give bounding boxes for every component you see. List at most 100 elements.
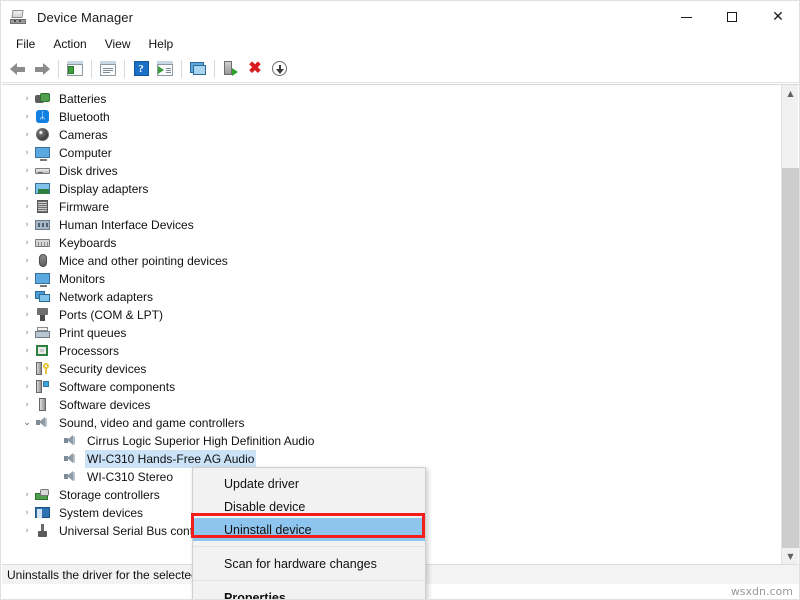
minimize-button[interactable] (663, 1, 709, 33)
storage-controller-icon (34, 487, 52, 503)
chevron-right-icon[interactable]: › (20, 504, 34, 522)
chevron-right-icon[interactable]: › (20, 90, 34, 108)
chevron-right-icon[interactable]: › (20, 252, 34, 270)
chevron-right-icon[interactable]: › (20, 198, 34, 216)
computer-icon (34, 145, 52, 161)
chevron-right-icon[interactable]: › (20, 144, 34, 162)
forward-button[interactable] (30, 57, 54, 81)
security-device-icon (34, 361, 52, 377)
chevron-right-icon[interactable]: › (20, 396, 34, 414)
tree-item[interactable]: ›Security devices (2, 360, 774, 378)
chevron-right-icon[interactable]: › (20, 234, 34, 252)
toolbar-separator (214, 60, 215, 78)
show-hide-console-tree-icon (67, 61, 83, 76)
update-driver-button[interactable] (153, 57, 177, 81)
tree-item-label: Human Interface Devices (57, 216, 196, 234)
tree-item[interactable]: ›ᛦBluetooth (2, 108, 774, 126)
chevron-right-icon[interactable]: › (20, 108, 34, 126)
scroll-up-button[interactable]: ▲ (782, 85, 799, 102)
tree-item[interactable]: › Cameras (2, 126, 774, 144)
tree-item-label: Keyboards (57, 234, 118, 252)
device-manager-window: Device Manager ✕ File Action View Help (0, 0, 800, 600)
menu-action[interactable]: Action (44, 35, 95, 53)
scan-for-hardware-changes-button[interactable] (186, 57, 210, 81)
scroll-down-button[interactable]: ▼ (782, 548, 799, 565)
chevron-right-icon[interactable]: › (20, 216, 34, 234)
close-button[interactable]: ✕ (755, 1, 800, 33)
show-hide-console-tree-button[interactable] (63, 57, 87, 81)
speaker-icon (62, 433, 80, 449)
back-button[interactable] (6, 57, 30, 81)
toolbar: ? ✖ (1, 55, 800, 83)
tree-item[interactable]: ›Firmware (2, 198, 774, 216)
chevron-down-icon: ▼ (787, 552, 793, 561)
tree-item[interactable]: ›Software components (2, 378, 774, 396)
tree-item[interactable]: › Network adapters (2, 288, 774, 306)
chevron-right-icon[interactable]: › (20, 306, 34, 324)
tree-item-label: Software devices (57, 396, 152, 414)
tree-item[interactable]: ›Processors (2, 342, 774, 360)
tree-item[interactable]: › Software devices (2, 396, 774, 414)
tree-item[interactable]: WI-C310 Hands-Free AG Audio (2, 450, 774, 468)
tree-item[interactable]: ›Disk drives (2, 162, 774, 180)
context-uninstall-device[interactable]: Uninstall device (193, 518, 425, 541)
enable-device-button[interactable] (219, 57, 243, 81)
tree-item-label: Monitors (57, 270, 107, 288)
tree-item[interactable]: ›Display adapters (2, 180, 774, 198)
tree-item[interactable]: › Computer (2, 144, 774, 162)
chevron-right-icon[interactable]: › (20, 360, 34, 378)
network-adapter-icon (34, 289, 52, 305)
vertical-scrollbar[interactable]: ▲ ▼ (781, 85, 798, 565)
chevron-right-icon[interactable]: › (20, 180, 34, 198)
chevron-right-icon[interactable]: › (20, 324, 34, 342)
tree-item[interactable]: › Monitors (2, 270, 774, 288)
tree-item[interactable]: › Batteries (2, 90, 774, 108)
chevron-right-icon[interactable]: › (20, 486, 34, 504)
tree-item-label: Ports (COM & LPT) (57, 306, 165, 324)
context-properties[interactable]: Properties (193, 586, 425, 600)
tree-item[interactable]: › Keyboards (2, 234, 774, 252)
tree-item[interactable]: ⌄Sound, video and game controllers (2, 414, 774, 432)
processor-icon (34, 343, 52, 359)
tree-item[interactable]: Cirrus Logic Superior High Definition Au… (2, 432, 774, 450)
properties-button[interactable] (96, 57, 120, 81)
tree-item[interactable]: › Ports (COM & LPT) (2, 306, 774, 324)
scan-for-hardware-changes-icon (190, 62, 207, 76)
scrollbar-thumb[interactable] (782, 168, 799, 548)
watermark: wsxdn.com (731, 585, 793, 598)
tree-item-label: Cameras (57, 126, 110, 144)
help-button[interactable]: ? (129, 57, 153, 81)
tree-item[interactable]: › Mice and other pointing devices (2, 252, 774, 270)
chevron-right-icon[interactable]: › (20, 126, 34, 144)
menu-file[interactable]: File (7, 35, 44, 53)
menu-view[interactable]: View (96, 35, 140, 53)
tree-item-label: Mice and other pointing devices (57, 252, 230, 270)
chevron-right-icon[interactable]: › (20, 378, 34, 396)
status-bar-text: Uninstalls the driver for the selected (2, 568, 198, 582)
tree-item[interactable]: ›Print queues (2, 324, 774, 342)
context-scan-for-hardware-changes[interactable]: Scan for hardware changes (193, 552, 425, 575)
maximize-button[interactable] (709, 1, 755, 33)
context-update-driver[interactable]: Update driver (193, 472, 425, 495)
help-icon: ? (134, 61, 149, 76)
tree-item[interactable]: › Human Interface Devices (2, 216, 774, 234)
context-menu-item-label: Properties (224, 591, 286, 600)
tree-item-label: Batteries (57, 90, 108, 108)
system-device-icon (34, 505, 52, 521)
chevron-down-icon[interactable]: ⌄ (20, 414, 34, 432)
chevron-right-icon[interactable]: › (20, 288, 34, 306)
context-disable-device[interactable]: Disable device (193, 495, 425, 518)
disable-device-button[interactable] (267, 57, 291, 81)
menu-help[interactable]: Help (140, 35, 183, 53)
chevron-right-icon[interactable]: › (20, 342, 34, 360)
disable-device-icon (272, 61, 287, 76)
chevron-right-icon[interactable]: › (20, 522, 34, 540)
chevron-right-icon[interactable]: › (20, 162, 34, 180)
tree-item-label: Computer (57, 144, 114, 162)
toolbar-separator (91, 60, 92, 78)
chevron-right-icon[interactable]: › (20, 270, 34, 288)
speaker-icon (62, 469, 80, 485)
uninstall-device-button[interactable]: ✖ (243, 57, 267, 81)
tree-item-label: Network adapters (57, 288, 155, 306)
context-menu-item-label: Uninstall device (224, 523, 312, 537)
